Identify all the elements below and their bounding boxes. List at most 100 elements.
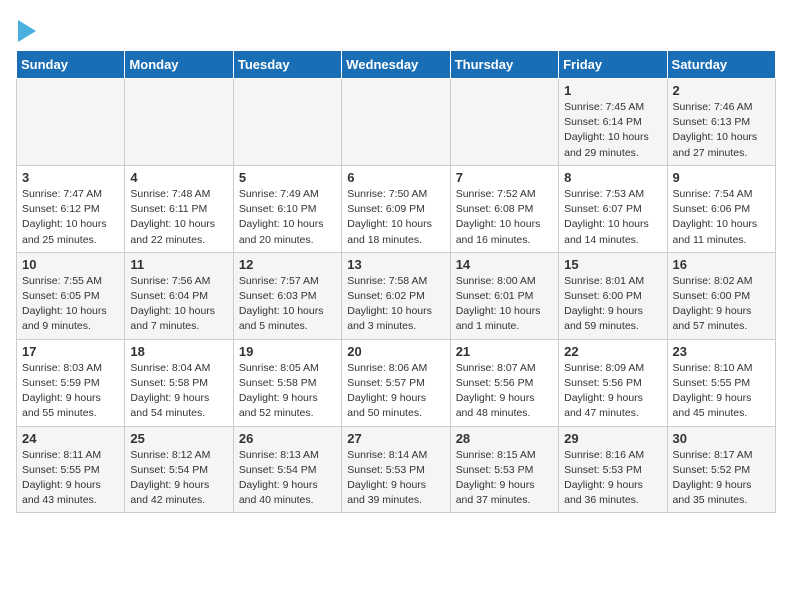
weekday-header-sunday: Sunday <box>17 51 125 79</box>
day-info: Sunrise: 8:02 AM Sunset: 6:00 PM Dayligh… <box>673 274 770 335</box>
calendar-week-2: 3 Sunrise: 7:47 AM Sunset: 6:12 PM Daylig… <box>17 165 776 252</box>
day-info: Sunrise: 7:48 AM Sunset: 6:11 PM Dayligh… <box>130 187 227 248</box>
calendar-cell: 2 Sunrise: 7:46 AM Sunset: 6:13 PM Daylig… <box>667 79 775 166</box>
day-info: Sunrise: 8:03 AM Sunset: 5:59 PM Dayligh… <box>22 361 119 422</box>
day-number: 12 <box>239 257 336 272</box>
calendar-cell <box>125 79 233 166</box>
calendar-cell: 4 Sunrise: 7:48 AM Sunset: 6:11 PM Daylig… <box>125 165 233 252</box>
calendar-week-3: 10 Sunrise: 7:55 AM Sunset: 6:05 PM Dayli… <box>17 252 776 339</box>
calendar-cell: 30 Sunrise: 8:17 AM Sunset: 5:52 PM Dayli… <box>667 426 775 513</box>
day-info: Sunrise: 8:14 AM Sunset: 5:53 PM Dayligh… <box>347 448 444 509</box>
calendar-cell: 9 Sunrise: 7:54 AM Sunset: 6:06 PM Daylig… <box>667 165 775 252</box>
day-info: Sunrise: 8:17 AM Sunset: 5:52 PM Dayligh… <box>673 448 770 509</box>
day-number: 20 <box>347 344 444 359</box>
weekday-header-thursday: Thursday <box>450 51 558 79</box>
calendar-cell: 6 Sunrise: 7:50 AM Sunset: 6:09 PM Daylig… <box>342 165 450 252</box>
calendar-cell: 14 Sunrise: 8:00 AM Sunset: 6:01 PM Dayli… <box>450 252 558 339</box>
day-info: Sunrise: 8:12 AM Sunset: 5:54 PM Dayligh… <box>130 448 227 509</box>
weekday-header-saturday: Saturday <box>667 51 775 79</box>
calendar-cell: 28 Sunrise: 8:15 AM Sunset: 5:53 PM Dayli… <box>450 426 558 513</box>
day-info: Sunrise: 7:47 AM Sunset: 6:12 PM Dayligh… <box>22 187 119 248</box>
day-info: Sunrise: 7:52 AM Sunset: 6:08 PM Dayligh… <box>456 187 553 248</box>
day-number: 18 <box>130 344 227 359</box>
day-number: 10 <box>22 257 119 272</box>
day-number: 17 <box>22 344 119 359</box>
calendar-week-1: 1Sunrise: 7:45 AM Sunset: 6:14 PM Daylig… <box>17 79 776 166</box>
calendar-cell: 13Sunrise: 7:58 AM Sunset: 6:02 PM Dayli… <box>342 252 450 339</box>
weekday-header-friday: Friday <box>559 51 667 79</box>
day-info: Sunrise: 8:01 AM Sunset: 6:00 PM Dayligh… <box>564 274 661 335</box>
logo <box>16 20 36 42</box>
day-info: Sunrise: 8:13 AM Sunset: 5:54 PM Dayligh… <box>239 448 336 509</box>
logo-arrow-icon <box>18 20 36 42</box>
day-number: 6 <box>347 170 444 185</box>
day-number: 16 <box>673 257 770 272</box>
calendar-cell: 22 Sunrise: 8:09 AM Sunset: 5:56 PM Dayli… <box>559 339 667 426</box>
calendar-cell: 24 Sunrise: 8:11 AM Sunset: 5:55 PM Dayli… <box>17 426 125 513</box>
day-info: Sunrise: 8:07 AM Sunset: 5:56 PM Dayligh… <box>456 361 553 422</box>
calendar-cell: 11 Sunrise: 7:56 AM Sunset: 6:04 PM Dayli… <box>125 252 233 339</box>
day-number: 19 <box>239 344 336 359</box>
day-number: 2 <box>673 83 770 98</box>
day-number: 13 <box>347 257 444 272</box>
header <box>16 16 776 42</box>
day-info: Sunrise: 8:16 AM Sunset: 5:53 PM Dayligh… <box>564 448 661 509</box>
day-number: 24 <box>22 431 119 446</box>
day-number: 26 <box>239 431 336 446</box>
calendar-cell: 20 Sunrise: 8:06 AM Sunset: 5:57 PM Dayli… <box>342 339 450 426</box>
day-number: 8 <box>564 170 661 185</box>
day-number: 21 <box>456 344 553 359</box>
calendar-table: SundayMondayTuesdayWednesdayThursdayFrid… <box>16 50 776 513</box>
day-info: Sunrise: 7:56 AM Sunset: 6:04 PM Dayligh… <box>130 274 227 335</box>
day-number: 7 <box>456 170 553 185</box>
day-number: 29 <box>564 431 661 446</box>
calendar-cell: 5Sunrise: 7:49 AM Sunset: 6:10 PM Daylig… <box>233 165 341 252</box>
day-number: 25 <box>130 431 227 446</box>
day-info: Sunrise: 8:15 AM Sunset: 5:53 PM Dayligh… <box>456 448 553 509</box>
day-number: 5 <box>239 170 336 185</box>
calendar-cell <box>233 79 341 166</box>
calendar-cell: 7 Sunrise: 7:52 AM Sunset: 6:08 PM Daylig… <box>450 165 558 252</box>
day-number: 14 <box>456 257 553 272</box>
day-number: 11 <box>130 257 227 272</box>
day-info: Sunrise: 8:05 AM Sunset: 5:58 PM Dayligh… <box>239 361 336 422</box>
day-info: Sunrise: 7:50 AM Sunset: 6:09 PM Dayligh… <box>347 187 444 248</box>
day-number: 4 <box>130 170 227 185</box>
calendar-cell <box>342 79 450 166</box>
calendar-week-5: 24 Sunrise: 8:11 AM Sunset: 5:55 PM Dayli… <box>17 426 776 513</box>
calendar-cell: 15Sunrise: 8:01 AM Sunset: 6:00 PM Dayli… <box>559 252 667 339</box>
day-info: Sunrise: 8:09 AM Sunset: 5:56 PM Dayligh… <box>564 361 661 422</box>
calendar-cell: 16 Sunrise: 8:02 AM Sunset: 6:00 PM Dayli… <box>667 252 775 339</box>
day-info: Sunrise: 8:00 AM Sunset: 6:01 PM Dayligh… <box>456 274 553 335</box>
weekday-header-tuesday: Tuesday <box>233 51 341 79</box>
calendar-cell: 1Sunrise: 7:45 AM Sunset: 6:14 PM Daylig… <box>559 79 667 166</box>
day-info: Sunrise: 8:11 AM Sunset: 5:55 PM Dayligh… <box>22 448 119 509</box>
day-number: 28 <box>456 431 553 446</box>
calendar-cell: 3 Sunrise: 7:47 AM Sunset: 6:12 PM Daylig… <box>17 165 125 252</box>
calendar-cell: 10 Sunrise: 7:55 AM Sunset: 6:05 PM Dayli… <box>17 252 125 339</box>
weekday-header-row: SundayMondayTuesdayWednesdayThursdayFrid… <box>17 51 776 79</box>
day-info: Sunrise: 7:54 AM Sunset: 6:06 PM Dayligh… <box>673 187 770 248</box>
day-number: 30 <box>673 431 770 446</box>
calendar-cell: 26 Sunrise: 8:13 AM Sunset: 5:54 PM Dayli… <box>233 426 341 513</box>
calendar-cell: 17 Sunrise: 8:03 AM Sunset: 5:59 PM Dayli… <box>17 339 125 426</box>
day-number: 23 <box>673 344 770 359</box>
calendar-cell: 12Sunrise: 7:57 AM Sunset: 6:03 PM Dayli… <box>233 252 341 339</box>
day-number: 22 <box>564 344 661 359</box>
day-number: 3 <box>22 170 119 185</box>
day-info: Sunrise: 8:06 AM Sunset: 5:57 PM Dayligh… <box>347 361 444 422</box>
calendar-cell: 27 Sunrise: 8:14 AM Sunset: 5:53 PM Dayli… <box>342 426 450 513</box>
day-number: 27 <box>347 431 444 446</box>
day-number: 9 <box>673 170 770 185</box>
calendar-cell: 25 Sunrise: 8:12 AM Sunset: 5:54 PM Dayli… <box>125 426 233 513</box>
day-info: Sunrise: 7:55 AM Sunset: 6:05 PM Dayligh… <box>22 274 119 335</box>
calendar-cell <box>17 79 125 166</box>
day-number: 1 <box>564 83 661 98</box>
day-info: Sunrise: 7:53 AM Sunset: 6:07 PM Dayligh… <box>564 187 661 248</box>
day-info: Sunrise: 8:04 AM Sunset: 5:58 PM Dayligh… <box>130 361 227 422</box>
day-info: Sunrise: 7:46 AM Sunset: 6:13 PM Dayligh… <box>673 100 770 161</box>
calendar-cell: 8 Sunrise: 7:53 AM Sunset: 6:07 PM Daylig… <box>559 165 667 252</box>
calendar-cell: 19 Sunrise: 8:05 AM Sunset: 5:58 PM Dayli… <box>233 339 341 426</box>
calendar-cell: 18 Sunrise: 8:04 AM Sunset: 5:58 PM Dayli… <box>125 339 233 426</box>
calendar-week-4: 17 Sunrise: 8:03 AM Sunset: 5:59 PM Dayli… <box>17 339 776 426</box>
